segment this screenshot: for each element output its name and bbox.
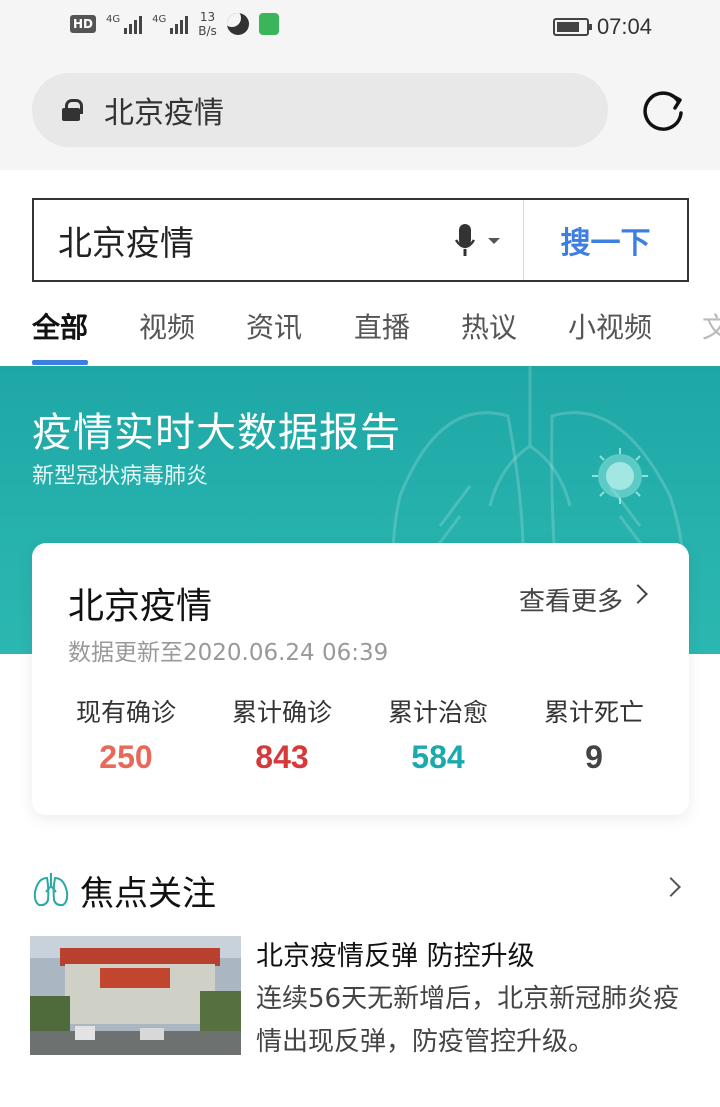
lock-icon: [62, 99, 83, 121]
stat-total-deaths[interactable]: 累计死亡 9: [516, 693, 672, 776]
search-box: 搜一下: [32, 198, 689, 282]
active-tab-indicator: [32, 360, 88, 365]
address-bar[interactable]: 北京疫情: [32, 73, 608, 147]
stat-value: 843: [255, 739, 309, 775]
tab-live[interactable]: 直播: [354, 306, 410, 346]
clock: 07:04: [596, 14, 652, 39]
network-speed: 13 B/s: [198, 10, 217, 38]
stat-label: 累计确诊: [231, 698, 332, 727]
status-bar: HD 4G 4G 13 B/s 07:04: [0, 0, 720, 56]
update-timestamp: 数据更新至2020.06.24 06:39: [68, 640, 389, 666]
status-right-icons: 07:04: [552, 14, 652, 40]
signal-label-2: 4G: [152, 14, 167, 25]
tab-short-video[interactable]: 小视频: [568, 306, 652, 346]
stat-current-confirmed[interactable]: 现有确诊 250: [48, 693, 204, 776]
status-left-icons: HD 4G 4G 13 B/s: [70, 10, 279, 38]
stat-label: 累计治愈: [387, 698, 488, 727]
tab-news[interactable]: 资讯: [246, 306, 302, 346]
stat-value: 9: [585, 739, 603, 775]
tab-all[interactable]: 全部: [32, 306, 88, 346]
browser-toolbar: 北京疫情: [0, 56, 720, 170]
do-not-disturb-icon: [226, 13, 249, 35]
view-more-label: 查看更多: [518, 587, 623, 617]
stat-total-recovered[interactable]: 累计治愈 584: [360, 693, 516, 776]
network-speed-unit: B/s: [198, 24, 217, 38]
hd-badge: HD: [70, 15, 97, 33]
banner-subtitle: 新型冠状病毒肺炎: [32, 464, 209, 489]
tab-discussion[interactable]: 热议: [461, 306, 517, 346]
search-button[interactable]: 搜一下: [523, 200, 687, 280]
lungs-icon: [33, 873, 69, 907]
focus-section-title: 焦点关注: [80, 874, 216, 914]
news-item[interactable]: 北京疫情反弹 防控升级 连续56天无新增后，北京新冠肺炎疫情出现反弹，防疫管控升…: [30, 936, 690, 1057]
stat-total-confirmed[interactable]: 累计确诊 843: [204, 693, 360, 776]
signal-icon-2: 4G: [152, 14, 189, 34]
tab-more[interactable]: 文: [702, 306, 720, 346]
network-speed-value: 13: [199, 10, 216, 24]
chevron-right-icon[interactable]: [661, 877, 681, 897]
stat-value: 584: [411, 739, 465, 775]
address-text: 北京疫情: [104, 96, 224, 131]
news-title: 北京疫情反弹 防控升级: [256, 941, 535, 972]
app-notification-icon: [258, 13, 279, 35]
tab-video[interactable]: 视频: [139, 306, 195, 346]
view-more-link[interactable]: 查看更多: [519, 581, 649, 618]
refresh-icon[interactable]: [640, 87, 686, 133]
beijing-stats-card: 北京疫情 查看更多 数据更新至2020.06.24 06:39 现有确诊 250…: [32, 543, 689, 815]
news-thumbnail: [30, 936, 241, 1055]
news-description: 连续56天无新增后，北京新冠肺炎疫情出现反弹，防疫管控升级。: [256, 984, 680, 1057]
stat-label: 现有确诊: [75, 698, 176, 727]
card-title: 北京疫情: [68, 586, 213, 627]
signal-label: 4G: [106, 14, 121, 25]
stat-label: 累计死亡: [543, 698, 644, 727]
microphone-icon[interactable]: [454, 224, 506, 258]
stat-value: 250: [99, 739, 153, 775]
virus-icon: [592, 448, 648, 504]
banner-title: 疫情实时大数据报告: [32, 410, 401, 456]
battery-icon: [552, 18, 592, 36]
result-tabs: 全部 视频 资讯 直播 热议 小视频 文: [0, 296, 720, 366]
signal-icon: 4G: [106, 14, 143, 34]
